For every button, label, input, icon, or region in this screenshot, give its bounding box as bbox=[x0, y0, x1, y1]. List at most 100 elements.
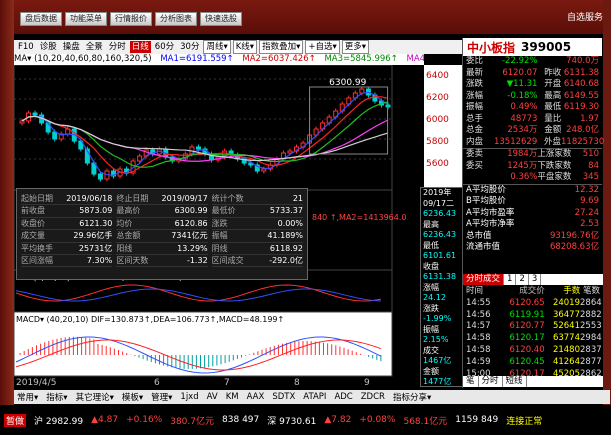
stat-value: 2019/09/17 bbox=[161, 194, 208, 203]
indicator-tab-11[interactable]: ADC bbox=[331, 392, 355, 402]
quote-value: -22.92% bbox=[501, 56, 538, 66]
interval-stats-popup: 起始日期 2019/06/18 终止日期 2019/09/17 统计个数 21 前收盘 587… bbox=[16, 188, 308, 280]
stat-cell: 最低价 5733.37 bbox=[211, 205, 303, 218]
indicator-tab-8[interactable]: AAX bbox=[244, 392, 268, 402]
status-item-9: 1159 849 bbox=[455, 415, 498, 425]
price-tick: 6000 bbox=[426, 115, 449, 125]
valuation-value: 2.53 bbox=[580, 219, 599, 229]
self-service-label[interactable]: 自选服务 bbox=[567, 10, 603, 23]
status-label: 暂做 bbox=[4, 413, 27, 427]
menu-button-2[interactable]: 行情报价 bbox=[110, 12, 152, 26]
quote-key: 涨跌 bbox=[466, 79, 484, 89]
quote-value2: 11825730 bbox=[561, 136, 605, 147]
menu-button-3[interactable]: 分析图表 bbox=[155, 12, 197, 26]
quote-key: 内盘 bbox=[466, 136, 484, 147]
stat-key: 阴线 bbox=[211, 243, 228, 253]
quote-value2: 740.0万 bbox=[566, 56, 600, 66]
date-tick: 6 bbox=[154, 378, 160, 388]
detail-line: 24.12 bbox=[423, 293, 446, 302]
trade-tab-0[interactable]: 分时成交 bbox=[463, 274, 505, 285]
quote-key: 总手 bbox=[466, 113, 484, 124]
detail-line: 最低 bbox=[423, 240, 439, 250]
trade-bottom-tab-1[interactable]: 分时 bbox=[479, 376, 503, 387]
toolbar-item-2[interactable]: 操盘 bbox=[61, 41, 82, 53]
toolbar-item-5[interactable]: 日线 bbox=[129, 41, 151, 53]
breadth-row: 0.36% 平盘家数 345 bbox=[463, 172, 602, 184]
stat-value: 6118.92 bbox=[269, 243, 303, 253]
trade-row[interactable]: 14:59 6120.45 41264 2877 bbox=[463, 357, 603, 369]
trade-time: 14:57 bbox=[466, 321, 491, 332]
candle-body bbox=[359, 88, 365, 94]
date-tick: 2019/4/5 bbox=[16, 378, 56, 388]
toolbar-item-1[interactable]: 诊股 bbox=[38, 41, 59, 53]
trade-row[interactable]: 14:57 6120.77 52641 2553 bbox=[463, 321, 603, 333]
indicator-tab-4[interactable]: 管理▾ bbox=[148, 391, 175, 403]
toolbar-item-12[interactable]: 更多▾ bbox=[341, 40, 370, 54]
toolbar-item-7[interactable]: 30分 bbox=[178, 41, 201, 53]
stat-value: 21 bbox=[292, 194, 303, 203]
indicator-tab-12[interactable]: ZDCR bbox=[358, 392, 388, 402]
trade-row[interactable]: 14:58 6120.17 63774 2984 bbox=[463, 333, 603, 345]
valuation-key: 总市值 bbox=[466, 230, 492, 241]
toolbar-item-8[interactable]: 周线▾ bbox=[203, 40, 231, 54]
candle-body bbox=[195, 146, 201, 150]
stat-value: 25731亿 bbox=[78, 243, 113, 253]
trade-row[interactable]: 14:56 6119.91 36477 2882 bbox=[463, 310, 603, 322]
trade-header-cell: 手数 bbox=[563, 286, 581, 296]
trade-bottom-tab-2[interactable]: 短线 bbox=[503, 376, 527, 387]
status-sub: 497 bbox=[242, 415, 260, 425]
quote-panel: 中小板指 399005 委比 -22.92% 740.0万 最新 6120.07 昨收 61… bbox=[462, 38, 605, 390]
menu-button-1[interactable]: 功能菜单 bbox=[65, 12, 107, 26]
menu-button-0[interactable]: 盘后数据 bbox=[20, 12, 62, 26]
indicator-tab-10[interactable]: ATAPI bbox=[300, 392, 329, 402]
trade-volume: 52641 bbox=[552, 321, 580, 332]
stat-key: 起始日期 bbox=[21, 194, 53, 203]
stat-value: 6121.30 bbox=[79, 218, 113, 228]
trade-volume: 24019 bbox=[552, 297, 580, 308]
breadth-key2: 下跌家数 bbox=[537, 160, 572, 171]
toolbar-item-0[interactable]: F10 bbox=[16, 41, 36, 53]
indicator-tab-13[interactable]: 指标分享▾ bbox=[390, 391, 434, 403]
quote-value: 6120.07 bbox=[502, 67, 538, 78]
indicator-tab-3[interactable]: 模板▾ bbox=[119, 391, 146, 403]
valuation-row: B平均股价 9.69 bbox=[463, 196, 602, 208]
quote-value2: 1.97 bbox=[580, 113, 600, 124]
indicator-tab-9[interactable]: SDTX bbox=[269, 392, 298, 402]
indicator-tab-0[interactable]: 常用▾ bbox=[14, 391, 41, 403]
toolbar-item-3[interactable]: 全景 bbox=[84, 41, 105, 53]
frame-right bbox=[603, 0, 611, 435]
trade-tab-2[interactable]: 2 bbox=[516, 274, 529, 285]
indicator-tab-6[interactable]: AV bbox=[204, 392, 221, 402]
quote-key: 总金 bbox=[466, 125, 484, 135]
toolbar-item-4[interactable]: 分时 bbox=[107, 41, 128, 53]
quote-row: 振幅 0.49% 最低 6119.30 bbox=[463, 102, 602, 114]
indicator-tab-7[interactable]: KM bbox=[223, 392, 242, 402]
trade-tab-1[interactable]: 1 bbox=[504, 274, 517, 285]
quote-value2: 6140.68 bbox=[563, 79, 600, 89]
trade-row[interactable]: 14:58 6120.40 21480 2837 bbox=[463, 345, 603, 357]
quote-value2: 6149.55 bbox=[563, 90, 600, 101]
toolbar-item-6[interactable]: 60分 bbox=[153, 41, 176, 53]
stat-value: 6120.86 bbox=[174, 218, 208, 228]
trade-tab-3[interactable]: 3 bbox=[529, 274, 542, 285]
candle-body bbox=[97, 173, 103, 180]
indicator-tab-5[interactable]: 1jxd bbox=[177, 392, 201, 402]
trade-row[interactable]: 14:55 6120.65 24019 2864 bbox=[463, 298, 603, 310]
toolbar-item-11[interactable]: +自选▾ bbox=[305, 40, 340, 54]
stat-cell: 振幅 41.189% bbox=[211, 230, 303, 243]
breadth-value2: 510 bbox=[582, 149, 599, 159]
quote-value: 13512629 bbox=[493, 136, 538, 147]
toolbar-item-9[interactable]: K线▾ bbox=[232, 40, 258, 54]
candle-body bbox=[52, 131, 58, 140]
menu-button-4[interactable]: 快速选股 bbox=[200, 12, 242, 26]
stat-key: 最低价 bbox=[211, 206, 236, 216]
breadth-value2: 84 bbox=[588, 160, 599, 171]
trade-bottom-tab-0[interactable]: 笔 bbox=[463, 376, 479, 387]
toolbar-item-10[interactable]: 指数叠加▾ bbox=[259, 40, 304, 54]
indicator-tab-1[interactable]: 指标▾ bbox=[43, 391, 70, 403]
quote-key: 振幅 bbox=[466, 102, 484, 112]
valuation-key: A平均市盈率 bbox=[466, 207, 515, 218]
stat-key: 均价 bbox=[116, 218, 133, 228]
indicator-tab-2[interactable]: 其它理论▾ bbox=[73, 391, 117, 403]
ma-params[interactable]: MA▾ (10,20,40,60,80,160,320,5) bbox=[14, 54, 152, 64]
